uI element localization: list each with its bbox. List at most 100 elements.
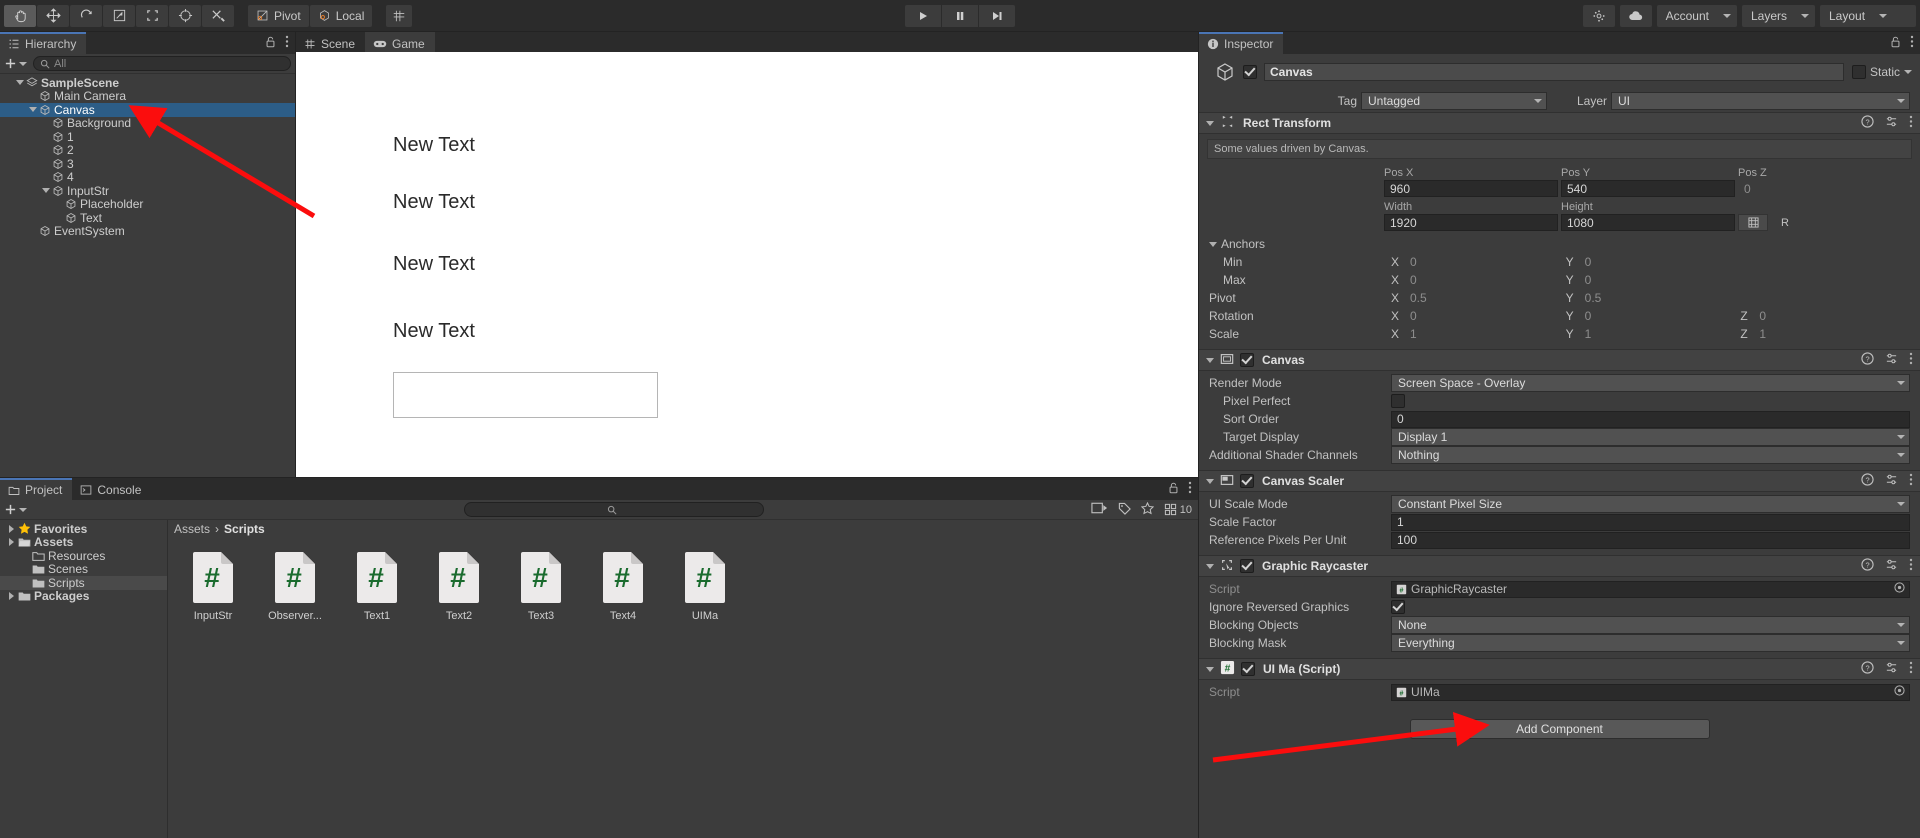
asset-item[interactable]: # Observer... [264, 551, 326, 622]
project-tree-item-scripts[interactable]: Scripts [0, 576, 167, 590]
tab-project[interactable]: Project [0, 478, 73, 500]
hierarchy-item-eventsystem[interactable]: EventSystem [0, 224, 295, 238]
render-mode-dropdown[interactable]: Screen Space - Overlay [1391, 374, 1910, 392]
collab-settings-icon[interactable] [1582, 4, 1615, 27]
blocking-mask-dropdown[interactable]: Everything [1391, 634, 1910, 652]
axis-input-x[interactable]: 1 [1404, 325, 1563, 343]
rect-tool-button[interactable] [136, 4, 168, 27]
blocking-objects-dropdown[interactable]: None [1391, 616, 1910, 634]
pause-button[interactable] [942, 4, 978, 27]
help-icon[interactable]: ? [1861, 558, 1874, 574]
asset-item[interactable]: # Text4 [592, 551, 654, 622]
axis-input-x[interactable]: 0 [1404, 307, 1563, 325]
hierarchy-search-input[interactable]: All [33, 56, 291, 71]
hierarchy-item-placeholder[interactable]: Placeholder [0, 197, 295, 211]
asset-item[interactable]: # Text3 [510, 551, 572, 622]
rotate-tool-button[interactable] [70, 4, 102, 27]
foldout-arrow-icon[interactable] [1206, 120, 1214, 126]
preset-icon[interactable] [1885, 661, 1898, 677]
more-options-icon[interactable] [1910, 35, 1914, 51]
static-toggle-group[interactable]: Static [1851, 65, 1912, 79]
help-icon[interactable]: ? [1861, 115, 1874, 131]
target-display-dropdown[interactable]: Display 1 [1391, 428, 1910, 446]
project-tree-item-resources[interactable]: Resources [0, 549, 167, 563]
foldout-arrow-icon[interactable] [27, 107, 38, 113]
axis-input-x[interactable]: 0 [1404, 271, 1563, 289]
component-enabled-checkbox[interactable] [1240, 353, 1254, 367]
component-header-canvas[interactable]: Canvas? [1199, 349, 1920, 371]
foldout-arrow-icon[interactable] [6, 538, 17, 547]
create-asset-button[interactable] [4, 503, 27, 516]
axis-input-y[interactable]: 0 [1578, 271, 1738, 289]
scale-tool-button[interactable] [103, 4, 135, 27]
tab-inspector[interactable]: Inspector [1199, 32, 1284, 54]
cloud-icon[interactable] [1619, 4, 1652, 27]
hierarchy-item-samplescene[interactable]: SampleScene [0, 76, 295, 90]
project-tree-item-packages[interactable]: Packages [0, 589, 167, 603]
lock-icon[interactable] [1890, 36, 1901, 51]
pivot-toggle-button[interactable]: Pivot [248, 4, 309, 27]
pos-x-input[interactable]: 960 [1384, 180, 1558, 197]
hierarchy-item-2[interactable]: 2 [0, 143, 295, 157]
hierarchy-item-background[interactable]: Background [0, 116, 295, 130]
project-folder-tree[interactable]: Favorites Assets Resources Scenes Scripts Pac… [0, 520, 168, 838]
foldout-arrow-icon[interactable] [1206, 357, 1214, 363]
pos-y-input[interactable]: 540 [1561, 180, 1735, 197]
tab-game[interactable]: Game [365, 32, 435, 54]
scale-factor-input[interactable]: 1 [1391, 513, 1910, 531]
component-header-canvas-scaler[interactable]: Canvas Scaler? [1199, 470, 1920, 492]
foldout-arrow-icon[interactable] [6, 524, 17, 533]
hierarchy-item-canvas[interactable]: Canvas [0, 103, 295, 117]
layers-dropdown[interactable]: Layers [1741, 4, 1815, 27]
lock-icon[interactable] [1168, 482, 1179, 497]
axis-input-y[interactable]: 0 [1578, 253, 1738, 271]
lock-icon[interactable] [265, 36, 276, 51]
favorite-star-icon[interactable] [1140, 501, 1154, 518]
project-tree-item-assets[interactable]: Assets [0, 535, 167, 549]
more-options-icon[interactable] [1909, 558, 1913, 574]
pos-z-input[interactable]: 0 [1738, 180, 1912, 197]
preset-icon[interactable] [1885, 473, 1898, 489]
ui-scale-mode-dropdown[interactable]: Constant Pixel Size [1391, 495, 1910, 513]
foldout-arrow-icon[interactable] [1206, 666, 1214, 672]
object-picker-icon[interactable] [1894, 685, 1905, 699]
hierarchy-item-3[interactable]: 3 [0, 157, 295, 171]
component-enabled-checkbox[interactable] [1240, 559, 1254, 573]
game-render-surface[interactable]: New Text New Text New Text New Text [296, 52, 1198, 477]
add-component-button[interactable]: Add Component [1409, 719, 1710, 739]
transform-tool-button[interactable] [169, 4, 201, 27]
more-options-icon[interactable] [1909, 115, 1913, 131]
foldout-arrow-icon[interactable] [14, 80, 25, 86]
asset-item[interactable]: # UIMa [674, 551, 736, 622]
more-options-icon[interactable] [1909, 473, 1913, 489]
custom-tool-button[interactable] [202, 4, 234, 27]
more-options-icon[interactable] [285, 35, 289, 51]
asset-grid[interactable]: # InputStr # Observer... # Text1 # Text2 # Text3 #… [168, 537, 1198, 622]
pixel-perfect-checkbox[interactable] [1391, 394, 1405, 408]
create-gameobject-button[interactable] [4, 57, 27, 70]
help-icon[interactable]: ? [1861, 661, 1874, 677]
hierarchy-tree[interactable]: SampleScene Main Camera Canvas Background 1 2… [0, 74, 295, 238]
preset-icon[interactable] [1885, 558, 1898, 574]
ignore-reversed-graphics-checkbox[interactable] [1391, 600, 1405, 614]
tab-hierarchy[interactable]: Hierarchy [0, 32, 87, 54]
hierarchy-item-4[interactable]: 4 [0, 170, 295, 184]
axis-input-y[interactable]: 1 [1578, 325, 1738, 343]
grid-snap-button[interactable] [386, 4, 413, 27]
layer-dropdown[interactable]: UI [1611, 92, 1910, 110]
more-options-icon[interactable] [1909, 661, 1913, 677]
blueprint-mode-button[interactable] [1738, 214, 1768, 231]
sort-order-input[interactable]: 0 [1391, 410, 1910, 428]
play-button[interactable] [905, 4, 941, 27]
script-object-field[interactable]: # UIMa [1391, 683, 1910, 701]
static-checkbox[interactable] [1851, 65, 1866, 79]
local-toggle-button[interactable]: Local [309, 4, 373, 27]
axis-input-x[interactable]: 0 [1404, 253, 1563, 271]
project-search-input[interactable] [463, 502, 764, 517]
foldout-arrow-icon[interactable] [1209, 241, 1217, 247]
account-dropdown[interactable]: Account [1656, 4, 1737, 27]
breadcrumb-scripts[interactable]: Scripts [224, 522, 265, 536]
save-search-icon[interactable] [1091, 501, 1108, 518]
asset-item[interactable]: # Text2 [428, 551, 490, 622]
height-input[interactable]: 1080 [1561, 214, 1735, 231]
